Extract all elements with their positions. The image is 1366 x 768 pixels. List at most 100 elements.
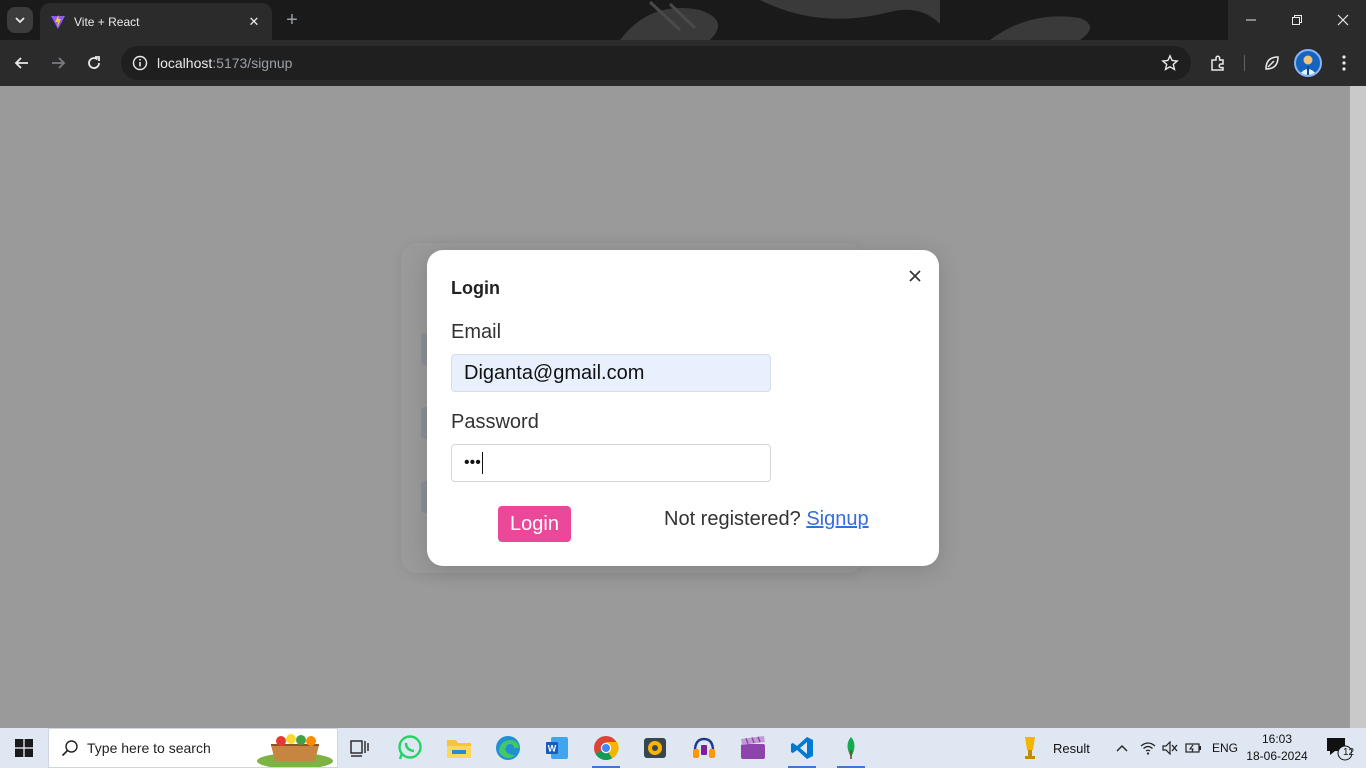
- signup-link[interactable]: Signup: [806, 508, 868, 530]
- site-info-icon[interactable]: [123, 46, 157, 80]
- headphones-icon: [693, 737, 715, 758]
- password-value: •••: [464, 454, 481, 471]
- windows-taskbar: Type here to search W Result ENG 16:03 1…: [0, 728, 1366, 768]
- forward-button[interactable]: [44, 49, 72, 77]
- login-button[interactable]: Login: [498, 506, 571, 542]
- taskbar-search-box[interactable]: Type here to search: [48, 728, 338, 768]
- minimize-button[interactable]: [1228, 0, 1274, 40]
- password-label: Password: [451, 411, 539, 433]
- tab-search-button[interactable]: [7, 7, 33, 33]
- weather-label[interactable]: Result: [1053, 741, 1090, 756]
- clapperboard-icon: [741, 736, 765, 759]
- windows-logo-icon: [15, 739, 33, 757]
- not-registered-text: Not registered?: [664, 508, 801, 530]
- task-view-button[interactable]: [336, 728, 384, 768]
- browser-toolbar: localhost:5173/signup: [0, 40, 1366, 86]
- reload-button[interactable]: [80, 49, 108, 77]
- media-player-icon: [644, 738, 666, 758]
- taskbar-file-explorer[interactable]: [435, 728, 483, 768]
- leaf-icon: [1265, 56, 1279, 70]
- word-icon: W: [546, 737, 568, 759]
- puzzle-icon: [1211, 55, 1224, 71]
- network-button[interactable]: [1137, 728, 1159, 768]
- chevron-down-icon: [15, 17, 25, 24]
- email-label: Email: [451, 321, 502, 343]
- speaker-muted-icon: [1162, 741, 1178, 755]
- taskbar-word[interactable]: W: [533, 728, 581, 768]
- clock-time: 16:03: [1261, 732, 1293, 746]
- chevron-up-icon: [1116, 745, 1128, 752]
- new-tab-button[interactable]: +: [280, 8, 304, 32]
- notification-center-button[interactable]: 12: [1316, 728, 1360, 768]
- start-button[interactable]: [0, 728, 48, 768]
- close-icon: [909, 270, 921, 282]
- search-placeholder: Type here to search: [87, 740, 211, 756]
- volume-button[interactable]: [1159, 728, 1181, 768]
- url-text: localhost:5173/signup: [157, 55, 292, 71]
- taskbar-whatsapp[interactable]: [386, 728, 434, 768]
- clock-date: 18-06-2024: [1246, 749, 1308, 763]
- language-indicator[interactable]: ENG: [1212, 741, 1238, 755]
- performance-button[interactable]: [1261, 52, 1283, 74]
- taskbar-mongodb[interactable]: [827, 728, 875, 768]
- tab-close-icon[interactable]: ✕: [246, 14, 262, 30]
- address-bar[interactable]: localhost:5173/signup: [121, 46, 1191, 80]
- profile-avatar[interactable]: [1294, 49, 1322, 77]
- text-caret: [481, 452, 483, 474]
- email-field[interactable]: Diganta@gmail.com: [451, 354, 771, 392]
- vscode-icon: [791, 737, 813, 759]
- user-avatar-icon: [1299, 55, 1317, 75]
- close-icon: [1337, 14, 1349, 26]
- svg-text:W: W: [548, 744, 557, 754]
- vite-logo-icon: [51, 14, 65, 29]
- battery-button[interactable]: [1183, 728, 1205, 768]
- back-button[interactable]: [8, 49, 36, 77]
- more-vertical-icon: [1342, 55, 1346, 71]
- trophy-icon: [1025, 737, 1035, 759]
- browser-tab[interactable]: Vite + React ✕: [40, 3, 272, 40]
- register-prompt: Not registered? Signup: [664, 508, 869, 531]
- browser-menu-button[interactable]: [1333, 52, 1355, 74]
- url-path: :5173/signup: [212, 55, 293, 71]
- search-icon: [61, 740, 78, 757]
- show-hidden-icons-button[interactable]: [1110, 728, 1134, 768]
- reload-icon: [88, 56, 100, 69]
- taskbar-media-app[interactable]: [631, 728, 679, 768]
- theme-artwork: [620, 0, 1090, 40]
- weather-widget[interactable]: [1010, 728, 1050, 768]
- scrollbar-track[interactable]: [1350, 86, 1366, 728]
- search-highlight-image: [257, 734, 333, 767]
- taskbar-audio-app[interactable]: [680, 728, 728, 768]
- url-host: localhost: [157, 55, 213, 71]
- extensions-button[interactable]: [1207, 52, 1229, 74]
- mongodb-leaf-icon: [847, 737, 855, 759]
- chrome-icon: [594, 736, 619, 761]
- password-field[interactable]: •••: [451, 444, 771, 482]
- notification-count: 12: [1343, 747, 1355, 758]
- modal-close-button[interactable]: [905, 266, 925, 286]
- arrow-right-icon: [52, 57, 66, 69]
- taskbar-chrome[interactable]: [582, 728, 630, 768]
- arrow-left-icon: [14, 57, 28, 69]
- toolbar-separator: [1244, 55, 1245, 71]
- restore-icon: [1292, 15, 1302, 25]
- taskbar-vscode[interactable]: [778, 728, 826, 768]
- taskbar-clock[interactable]: 16:03 18-06-2024: [1246, 731, 1308, 765]
- tab-strip: Vite + React ✕ +: [0, 0, 1366, 40]
- close-window-button[interactable]: [1320, 0, 1366, 40]
- edge-browser-icon: [496, 736, 520, 760]
- minimize-icon: [1246, 19, 1256, 21]
- modal-title: Login: [451, 278, 500, 298]
- login-modal: Login Email Diganta@gmail.com Password •…: [427, 250, 939, 566]
- bookmark-star-icon[interactable]: [1161, 54, 1179, 72]
- taskbar-edge[interactable]: [484, 728, 532, 768]
- battery-charging-icon: [1185, 743, 1201, 753]
- task-view-icon: [350, 740, 369, 757]
- folder-icon: [447, 740, 471, 758]
- taskbar-video-editor[interactable]: [729, 728, 777, 768]
- whatsapp-icon: [398, 735, 422, 760]
- tab-title: Vite + React: [74, 14, 140, 29]
- email-value: Diganta@gmail.com: [464, 361, 645, 384]
- wifi-icon: [1140, 742, 1156, 755]
- restore-button[interactable]: [1274, 0, 1320, 40]
